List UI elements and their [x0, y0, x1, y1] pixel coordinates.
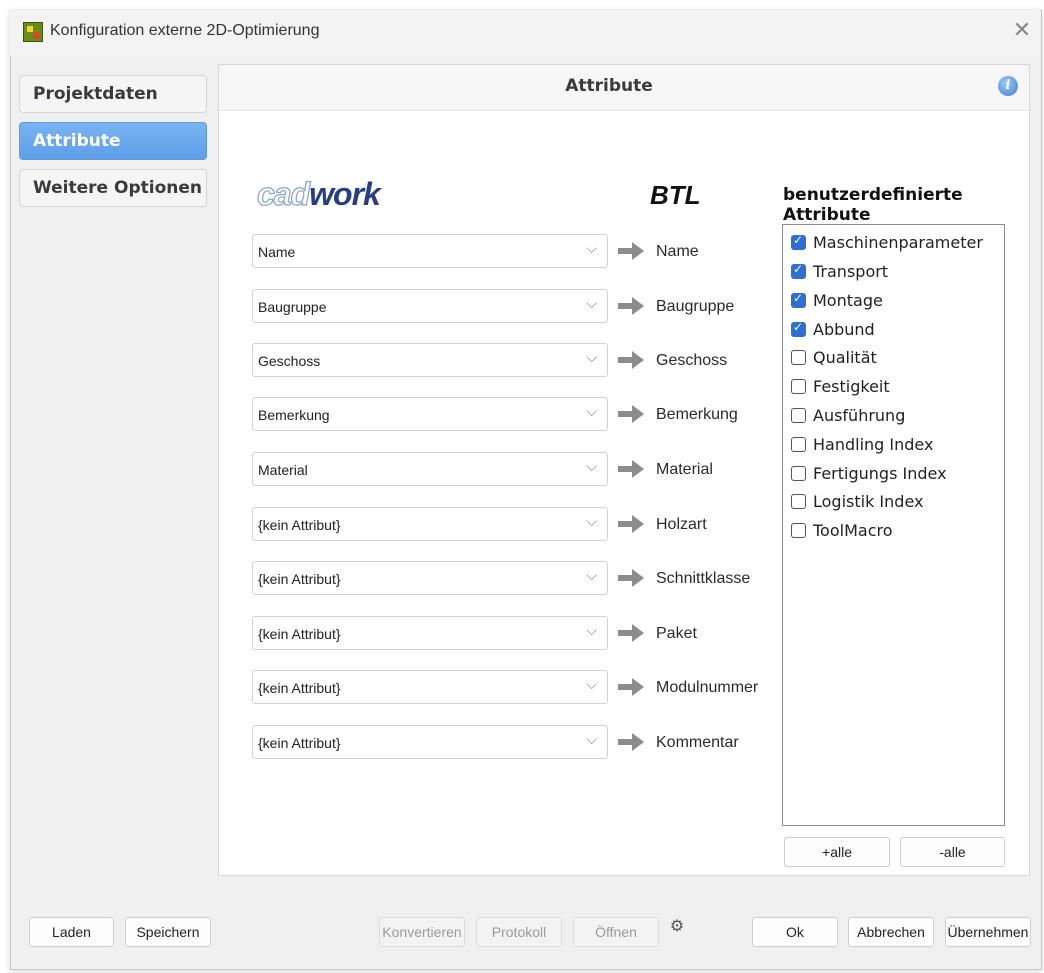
arrow-right-icon [618, 242, 644, 260]
arrow-right-icon [618, 515, 644, 533]
custom-attributes-title: benutzerdefinierte Attribute [783, 185, 963, 225]
btl-target-label: Name [656, 243, 699, 260]
source-attribute-select[interactable]: Name ⌵ [252, 234, 608, 268]
source-attribute-select[interactable]: Bemerkung ⌵ [252, 397, 608, 431]
checkbox-icon[interactable] [791, 379, 806, 394]
source-attribute-select[interactable]: {kein Attribut} ⌵ [252, 507, 608, 541]
btl-target-label: Schnittklasse [656, 570, 751, 587]
arrow-right-icon [618, 733, 644, 751]
chevron-down-icon: ⌵ [586, 350, 597, 366]
source-attribute-select[interactable]: Baugruppe ⌵ [252, 289, 608, 323]
chevron-down-icon: ⌵ [586, 459, 597, 475]
convert-button[interactable]: Konvertieren [379, 917, 465, 947]
chevron-down-icon: ⌵ [586, 404, 597, 420]
window-title: Konfiguration externe 2D-Optimierung [50, 22, 320, 39]
arrow-right-icon [618, 351, 644, 369]
open-button[interactable]: Öffnen [573, 917, 659, 947]
cancel-button[interactable]: Abbrechen [848, 917, 934, 947]
btl-target-label: Kommentar [656, 734, 739, 751]
btl-target-label: Geschoss [656, 352, 728, 369]
sidebar-item-weitere-optionen[interactable]: Weitere Optionen [19, 169, 207, 207]
sidebar-item-projektdaten[interactable]: Projektdaten [19, 75, 207, 113]
btl-target-label: Bemerkung [656, 406, 738, 423]
btl-logo: BTL [650, 180, 701, 210]
source-attribute-select[interactable]: Geschoss ⌵ [252, 343, 608, 377]
custom-attributes-list[interactable]: Maschinenparameter Transport Montage Abb… [782, 224, 1005, 826]
chevron-down-icon: ⌵ [586, 623, 597, 639]
source-attribute-select[interactable]: Material ⌵ [252, 452, 608, 486]
source-attribute-select[interactable]: {kein Attribut} ⌵ [252, 725, 608, 759]
app-icon [23, 22, 43, 42]
close-icon[interactable]: ✕ [1012, 19, 1032, 43]
checkbox-icon[interactable] [791, 494, 806, 509]
cadwork-logo: cadwork [256, 175, 380, 212]
title-bar: Konfiguration externe 2D-Optimierung ✕ [10, 10, 1040, 56]
log-button[interactable]: Protokoll [476, 917, 562, 947]
btl-target-label: Paket [656, 625, 697, 642]
source-attribute-select[interactable]: {kein Attribut} ⌵ [252, 561, 608, 595]
checkbox-checked-icon[interactable] [791, 291, 806, 308]
chevron-down-icon: ⌵ [586, 296, 597, 312]
btl-target-label: Baugruppe [656, 298, 735, 315]
panel-header: Attribute [218, 64, 1030, 110]
chevron-down-icon: ⌵ [586, 514, 597, 530]
arrow-right-icon [618, 678, 644, 696]
sidebar-item-attribute[interactable]: Attribute [19, 122, 207, 160]
checkbox-icon[interactable] [791, 350, 806, 365]
arrow-right-icon [618, 297, 644, 315]
chevron-down-icon: ⌵ [586, 241, 597, 257]
ok-button[interactable]: Ok [752, 917, 838, 947]
chevron-down-icon: ⌵ [586, 677, 597, 693]
source-attribute-select[interactable]: {kein Attribut} ⌵ [252, 616, 608, 650]
panel-title: Attribute [565, 76, 653, 96]
save-button[interactable]: Speichern [125, 917, 211, 947]
arrow-right-icon [618, 405, 644, 423]
checkbox-icon[interactable] [791, 408, 806, 423]
deselect-all-button[interactable]: -alle [900, 837, 1005, 867]
checkbox-checked-icon[interactable] [791, 233, 806, 250]
checkbox-icon[interactable] [791, 523, 806, 538]
checkbox-icon[interactable] [791, 466, 806, 481]
checkbox-icon[interactable] [791, 437, 806, 452]
load-button[interactable]: Laden [29, 917, 114, 947]
btl-target-label: Modulnummer [656, 679, 759, 696]
btl-target-label: Material [656, 461, 713, 478]
source-attribute-select[interactable]: {kein Attribut} ⌵ [252, 670, 608, 704]
link-settings-icon[interactable]: ⚙ [662, 916, 692, 940]
chevron-down-icon: ⌵ [586, 732, 597, 748]
btl-target-label: Holzart [656, 516, 707, 533]
apply-button[interactable]: Übernehmen [945, 917, 1031, 947]
chevron-down-icon: ⌵ [586, 568, 597, 584]
checkbox-checked-icon[interactable] [791, 320, 806, 337]
checkbox-checked-icon[interactable] [791, 262, 806, 279]
arrow-right-icon [618, 569, 644, 587]
select-all-button[interactable]: +alle [784, 837, 890, 867]
arrow-right-icon [618, 624, 644, 642]
arrow-right-icon [618, 460, 644, 478]
info-icon[interactable]: i [998, 76, 1018, 96]
